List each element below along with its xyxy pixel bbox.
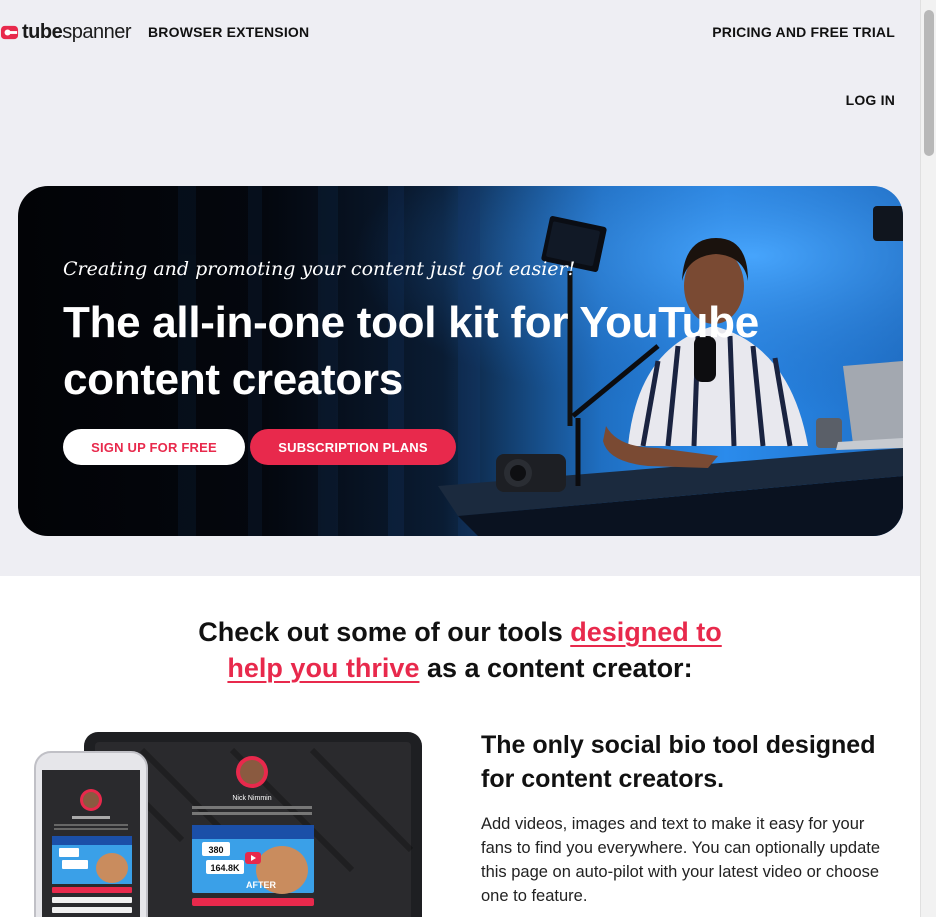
- nav-log-in[interactable]: LOG IN: [846, 92, 895, 108]
- mockup-badge-left: 380: [208, 845, 223, 855]
- page-scrollbar[interactable]: [920, 0, 936, 917]
- nav-pricing-free-trial[interactable]: PRICING AND FREE TRIAL: [712, 24, 895, 40]
- tools-heading: Check out some of our tools designed to …: [198, 617, 722, 683]
- hero-title: The all-in-one tool kit for YouTube cont…: [63, 298, 759, 404]
- hero-banner: Creating and promoting your content just…: [18, 186, 903, 536]
- feature-title: The only social bio tool designed for co…: [481, 731, 876, 793]
- scrollbar-thumb[interactable]: [924, 10, 934, 156]
- nav-browser-extension[interactable]: BROWSER EXTENSION: [148, 24, 309, 40]
- subscription-plans-button[interactable]: SUBSCRIPTION PLANS: [250, 429, 456, 465]
- page: tubespanner BROWSER EXTENSION PRICING AN…: [0, 0, 936, 917]
- tubespanner-logo-icon: [0, 25, 19, 39]
- mockup-after-label: AFTER: [246, 880, 276, 890]
- mockup-badge-right: 164.8K: [210, 863, 240, 873]
- site-header: tubespanner BROWSER EXTENSION PRICING AN…: [0, 0, 920, 170]
- tools-section: Check out some of our tools designed to …: [0, 576, 920, 917]
- mockup-profile-name: Nick Nimmin: [232, 795, 271, 802]
- bio-page-device-mockup: Nick Nimmin 380 164.8K AFTER: [34, 732, 422, 917]
- logo[interactable]: tubespanner: [0, 19, 131, 45]
- sign-up-free-button[interactable]: SIGN UP FOR FREE: [63, 429, 245, 465]
- logo-text: tubespanner: [22, 20, 131, 43]
- feature-text: Add videos, images and text to make it e…: [481, 815, 881, 905]
- hero-tagline: Creating and promoting your content just…: [63, 258, 576, 280]
